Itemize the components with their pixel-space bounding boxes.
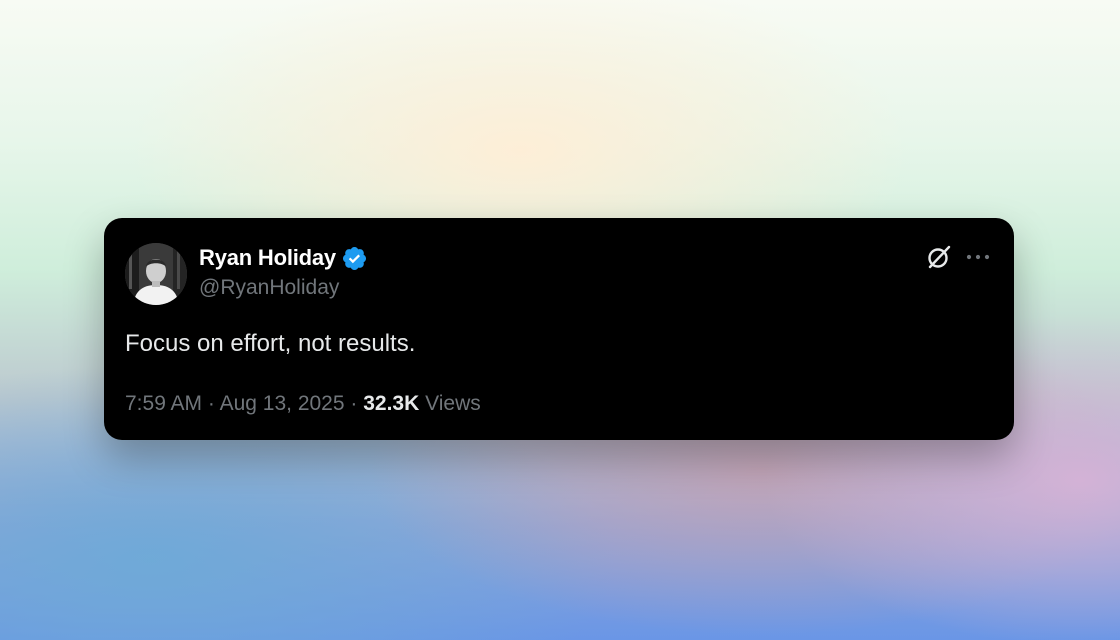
verified-badge-icon <box>341 245 368 272</box>
tweet-actions-top <box>926 244 990 270</box>
tweet-time[interactable]: 7:59 AM <box>125 392 202 415</box>
meta-separator: · <box>207 392 215 415</box>
views-count[interactable]: 32.3K <box>363 392 419 415</box>
tweet-text: Focus on effort, not results. <box>125 330 416 357</box>
author-handle[interactable]: @RyanHoliday <box>199 276 339 300</box>
tweet-meta: 7:59 AM · Aug 13, 2025 · 32.3K Views <box>125 392 481 416</box>
grok-icon[interactable] <box>926 244 952 270</box>
views-label: Views <box>425 392 481 415</box>
meta-separator: · <box>350 392 358 415</box>
avatar-image <box>125 243 187 305</box>
author-row: Ryan Holiday <box>199 245 368 271</box>
avatar[interactable] <box>125 243 187 305</box>
tweet-date[interactable]: Aug 13, 2025 <box>220 392 345 415</box>
tweet-card: Ryan Holiday @RyanHoliday Focus on effor… <box>104 218 1014 440</box>
more-options-icon[interactable] <box>966 253 990 261</box>
author-name[interactable]: Ryan Holiday <box>199 245 336 271</box>
